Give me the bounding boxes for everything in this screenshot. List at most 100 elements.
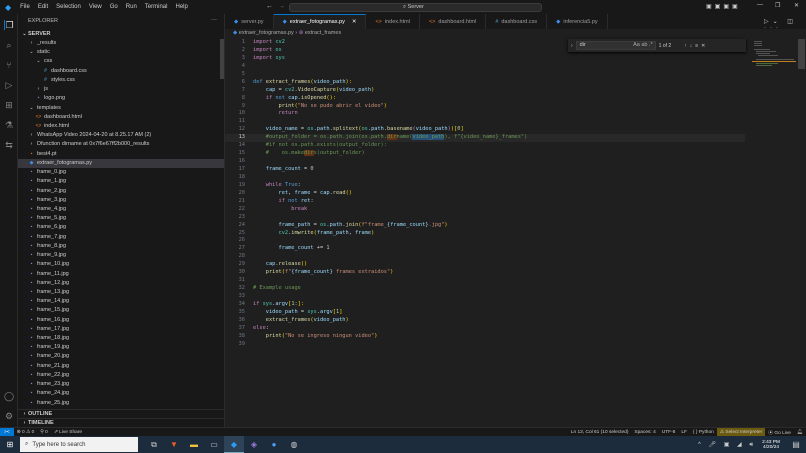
file-item[interactable]: ◆ extraer_fotogramas.py <box>18 158 224 168</box>
previous-match-icon[interactable]: ↑ <box>684 43 687 49</box>
forward-icon[interactable]: → <box>278 3 285 10</box>
folder-item[interactable]: › js <box>18 85 224 94</box>
file-item[interactable]: ▪ logo.png <box>18 94 224 103</box>
menu-view[interactable]: View <box>85 4 106 10</box>
notification-center-icon[interactable]: ▤ <box>786 436 806 453</box>
find-in-selection-icon[interactable]: ≡ <box>695 43 698 49</box>
taskbar-search[interactable]: ⌕ Type here to search <box>20 437 138 452</box>
menu-selection[interactable]: Selection <box>52 4 85 10</box>
end-of-line[interactable]: LF <box>678 430 690 435</box>
search-icon[interactable]: ⌕ <box>4 40 14 50</box>
next-match-icon[interactable]: ↓ <box>690 43 693 49</box>
file-item[interactable]: ▪ frame_9.jpg <box>18 251 224 260</box>
find-options[interactable]: Aa ab .* <box>633 42 655 49</box>
windows-start-icon[interactable]: ⊞ <box>0 436 20 453</box>
folder-item[interactable]: ⌄ templates <box>18 104 224 113</box>
file-item[interactable]: # dashboard.css <box>18 67 224 76</box>
menu-help[interactable]: Help <box>171 4 191 10</box>
tab-dashboard-html[interactable]: <> dashboard.html <box>420 14 487 29</box>
file-item[interactable]: <> dashboard.html <box>18 113 224 122</box>
minimap[interactable] <box>752 39 796 79</box>
file-item[interactable]: ▪ frame_5.jpg <box>18 214 224 223</box>
toggle-replace-icon[interactable]: › <box>571 43 573 49</box>
clock[interactable]: 2:43 PM 4/20/24 <box>756 440 786 450</box>
file-item[interactable]: ▪ frame_20.jpg <box>18 352 224 361</box>
editor-scrollbar[interactable] <box>798 39 805 69</box>
tab-index-html[interactable]: <> index.html <box>366 14 420 29</box>
outline-section[interactable]: › OUTLINE <box>18 409 224 418</box>
github-desktop-icon[interactable]: ◍ <box>284 436 304 453</box>
app-icon[interactable]: ● <box>264 436 284 453</box>
command-center-search[interactable]: ⌕ Server <box>289 3 542 12</box>
indentation[interactable]: Spaces: 4 <box>631 430 658 435</box>
brave-browser-icon[interactable]: ▼ <box>164 436 184 453</box>
notifications-icon[interactable]: 🔔︎ <box>794 430 806 435</box>
file-item[interactable]: ▪ frame_1.jpg <box>18 177 224 186</box>
folder-item[interactable]: › _results <box>18 39 224 48</box>
workspace-root[interactable]: ⌄SERVER <box>18 30 224 39</box>
encoding[interactable]: UTF-8 <box>659 430 679 435</box>
file-item[interactable]: ▪ frame_0.jpg <box>18 168 224 177</box>
file-item[interactable]: ▪ frame_23.jpg <box>18 380 224 389</box>
visual-studio-icon[interactable]: ◈ <box>244 436 264 453</box>
folder-item[interactable]: › WhatsApp Video 2024-04-20 at 8.25.17 AM… <box>18 131 224 140</box>
folder-item[interactable]: › Dfunction dirname at 0x7f6e67ff2b000_re… <box>18 140 224 149</box>
file-item[interactable]: # styles.css <box>18 76 224 85</box>
tab-extraer-fotogramas-py[interactable]: ◆ extraer_fotogramas.py ✕ <box>273 14 367 29</box>
testing-icon[interactable]: ⚗ <box>4 120 14 130</box>
explorer-icon[interactable]: ❐ <box>4 20 14 30</box>
file-item[interactable]: ▪ frame_2.jpg <box>18 187 224 196</box>
file-item[interactable]: ▪ frame_24.jpg <box>18 389 224 398</box>
tab-server-py[interactable]: ◆ server.py <box>225 14 274 29</box>
source-control-icon[interactable]: ⑂ <box>4 60 14 70</box>
file-item[interactable]: ▪ frame_21.jpg <box>18 362 224 371</box>
menu-edit[interactable]: Edit <box>34 4 52 10</box>
terminal-icon[interactable]: ▭ <box>204 436 224 453</box>
ports-indicator[interactable]: ⚲ 0 <box>37 430 51 435</box>
close-window-button[interactable]: ✕ <box>794 2 799 9</box>
tab-inferencia5-py[interactable]: ◆ inferencia5.py <box>547 14 608 29</box>
language-mode[interactable]: { } Python <box>690 430 717 435</box>
back-icon[interactable]: ← <box>266 3 273 10</box>
file-item[interactable]: ▪ frame_25.jpg <box>18 399 224 408</box>
folder-item[interactable]: ⌄ static <box>18 48 224 57</box>
close-find-icon[interactable]: ✕ <box>701 43 705 49</box>
file-item[interactable]: ▪ frame_12.jpg <box>18 279 224 288</box>
layout-icons[interactable]: ▣▣▣▣ <box>706 3 741 10</box>
file-item[interactable]: ▪ frame_7.jpg <box>18 233 224 242</box>
extensions-icon[interactable]: ⊞ <box>4 100 14 110</box>
file-item[interactable]: <> index.html <box>18 122 224 131</box>
file-item[interactable]: ▪ frame_4.jpg <box>18 205 224 214</box>
file-item[interactable]: ▪ frame_15.jpg <box>18 306 224 315</box>
folder-item[interactable]: ⌄ css <box>18 57 224 66</box>
menu-file[interactable]: File <box>16 4 34 10</box>
file-item[interactable]: ▪ best4.pt <box>18 150 224 159</box>
run-debug-icon[interactable]: ▷ <box>4 80 14 90</box>
file-item[interactable]: ▪ frame_10.jpg <box>18 260 224 269</box>
minimize-button[interactable]: — <box>757 2 763 8</box>
live-share-button[interactable]: ⇗ Live Share <box>51 430 85 435</box>
more-actions-icon[interactable]: ··· <box>211 17 217 23</box>
go-live-button[interactable]: ⦿ Go Live <box>765 429 794 436</box>
breadcrumb-file[interactable]: extraer_fotogramas.py <box>239 30 294 36</box>
file-item[interactable]: ▪ frame_6.jpg <box>18 223 224 232</box>
settings-gear-icon[interactable]: ⚙ <box>4 411 14 421</box>
breadcrumb-symbol[interactable]: extract_frames <box>305 30 341 36</box>
menu-run[interactable]: Run <box>122 4 141 10</box>
timeline-section[interactable]: › TIMELINE <box>18 418 224 427</box>
file-explorer-icon[interactable]: ▬ <box>184 436 204 453</box>
file-item[interactable]: ▪ frame_17.jpg <box>18 325 224 334</box>
code-editor[interactable]: 1 import cv2 2 import os 3 import sys 4 5 6 def e… <box>225 39 745 349</box>
file-item[interactable]: ▪ frame_11.jpg <box>18 270 224 279</box>
file-item[interactable]: ▪ frame_22.jpg <box>18 371 224 380</box>
tab-dashboard-css[interactable]: # dashboard.css <box>486 14 548 29</box>
close-tab-icon[interactable]: ✕ <box>352 19 357 25</box>
file-item[interactable]: ▪ frame_19.jpg <box>18 343 224 352</box>
file-item[interactable]: ▪ frame_18.jpg <box>18 334 224 343</box>
menu-terminal[interactable]: Terminal <box>141 4 172 10</box>
system-tray-icons[interactable]: ^ 🎤︎ ▣ ◢ 🔊︎ <box>698 441 756 449</box>
file-item[interactable]: ▪ frame_13.jpg <box>18 288 224 297</box>
sidebar-scrollbar[interactable] <box>220 39 224 79</box>
task-view-icon[interactable]: ⧉ <box>144 436 164 453</box>
remote-explorer-icon[interactable]: ⇆ <box>4 140 14 150</box>
